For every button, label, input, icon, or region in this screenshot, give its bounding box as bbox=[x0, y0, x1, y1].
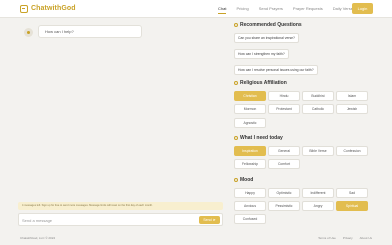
church-icon bbox=[234, 81, 238, 85]
nav-link-chat[interactable]: Chat bbox=[218, 6, 227, 14]
need-option[interactable]: Fellowship bbox=[234, 159, 266, 169]
brand-name: ChatwithGod bbox=[31, 5, 76, 12]
recommended-questions-heading: Recommended Questions bbox=[234, 22, 302, 28]
lightbulb-icon bbox=[234, 23, 238, 27]
question-button[interactable]: How can I strengthen my faith? bbox=[234, 49, 289, 59]
assistant-message: How can I help? bbox=[24, 25, 142, 38]
send-label: Send bbox=[203, 218, 212, 222]
religion-option[interactable]: Mormon bbox=[234, 104, 266, 114]
nav-link-daily-verse[interactable]: Daily Verse bbox=[333, 6, 353, 14]
religion-option[interactable]: Catholic bbox=[302, 104, 334, 114]
what-i-need-heading: What I need today bbox=[234, 135, 283, 141]
send-icon: ➤ bbox=[212, 218, 216, 222]
question-button[interactable]: Can you share an inspirational verse? bbox=[234, 33, 299, 43]
footer-copyright: ChatwithGod, LLC © 2024 bbox=[20, 236, 56, 240]
smile-icon bbox=[234, 178, 238, 182]
nav-link-pricing[interactable]: Pricing bbox=[236, 6, 248, 14]
mood-option[interactable]: Optimistic bbox=[268, 188, 300, 198]
message-bubble: How can I help? bbox=[38, 25, 142, 38]
mood-option[interactable]: Pessimistic bbox=[268, 201, 300, 211]
heart-icon bbox=[234, 136, 238, 140]
religion-option[interactable]: Protestant bbox=[268, 104, 300, 114]
footer-links: Terms of Use Privacy About Us bbox=[311, 236, 372, 240]
login-button[interactable]: Login bbox=[352, 3, 373, 14]
section-title: Recommended Questions bbox=[240, 22, 302, 28]
send-button[interactable]: Send ➤ bbox=[199, 216, 220, 224]
chat-bubble-icon bbox=[20, 4, 28, 13]
religion-option[interactable]: Jewish bbox=[336, 104, 368, 114]
brand-logo[interactable]: ChatwithGod bbox=[20, 4, 76, 13]
question-button[interactable]: How can I resolve personal issues using … bbox=[234, 65, 318, 75]
section-title: Religious Affiliation bbox=[240, 80, 287, 86]
message-limit-notice: 4 messages left. Sign up for free to sen… bbox=[18, 202, 223, 210]
religion-option[interactable]: Islam bbox=[336, 91, 368, 101]
need-option[interactable]: Inspiration bbox=[234, 146, 266, 156]
section-title: Mood bbox=[240, 177, 254, 183]
mood-option[interactable]: Sad bbox=[336, 188, 368, 198]
religion-option[interactable]: Hindu bbox=[268, 91, 300, 101]
need-option[interactable]: Bible Verse bbox=[302, 146, 334, 156]
religious-affiliation-heading: Religious Affiliation bbox=[234, 80, 287, 86]
religion-option[interactable]: Christian bbox=[234, 91, 266, 101]
mood-option[interactable]: Anxious bbox=[234, 201, 266, 211]
message-input[interactable] bbox=[22, 216, 192, 224]
nav-link-prayer-requests[interactable]: Prayer Requests bbox=[293, 6, 323, 14]
assistant-avatar-icon bbox=[24, 28, 33, 37]
footer-link-terms[interactable]: Terms of Use bbox=[318, 236, 336, 240]
mood-option[interactable]: Angry bbox=[302, 201, 334, 211]
need-option[interactable]: General bbox=[268, 146, 300, 156]
top-nav: ChatwithGod Chat Pricing Send Prayers Pr… bbox=[0, 0, 392, 18]
footer-link-about[interactable]: About Us bbox=[360, 236, 372, 240]
footer-link-privacy[interactable]: Privacy bbox=[343, 236, 353, 240]
message-composer: Send ➤ bbox=[18, 213, 223, 226]
need-option[interactable]: Confession bbox=[336, 146, 368, 156]
religion-option[interactable]: Agnostic bbox=[234, 118, 266, 128]
nav-links: Chat Pricing Send Prayers Prayer Request… bbox=[218, 6, 363, 14]
mood-option[interactable]: Happy bbox=[234, 188, 266, 198]
mood-option[interactable]: Spiritual bbox=[336, 201, 368, 211]
nav-link-send-prayers[interactable]: Send Prayers bbox=[259, 6, 283, 14]
section-title: What I need today bbox=[240, 135, 283, 141]
religion-option[interactable]: Buddhist bbox=[302, 91, 334, 101]
mood-option[interactable]: Indifferent bbox=[302, 188, 334, 198]
need-option[interactable]: Comfort bbox=[268, 159, 300, 169]
mood-option[interactable]: Confused bbox=[234, 214, 266, 224]
mood-heading: Mood bbox=[234, 177, 253, 183]
